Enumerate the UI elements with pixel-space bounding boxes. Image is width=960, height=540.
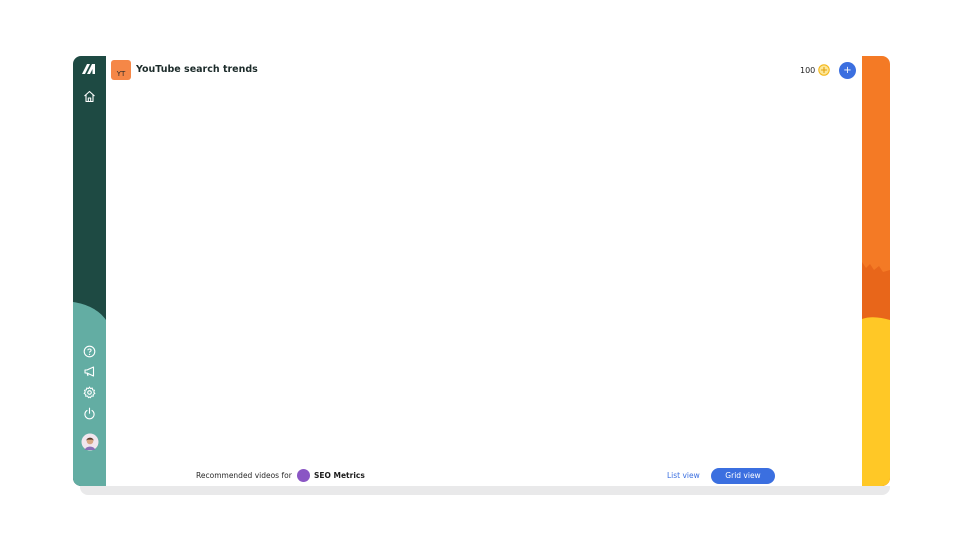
app-window: YT YouTube search trends 100 + Recommend…	[73, 56, 890, 486]
grid-view-button[interactable]: Grid view	[711, 468, 775, 484]
channel-name[interactable]: SEO Metrics	[314, 471, 365, 480]
avatar-icon[interactable]	[80, 432, 99, 451]
decorative-side-illustration	[862, 56, 890, 486]
report-badge: YT	[111, 60, 131, 80]
screen: YT YouTube search trends 100 + Recommend…	[0, 0, 960, 540]
list-view-link[interactable]: List view	[667, 471, 700, 480]
channel-avatar	[297, 469, 310, 482]
sidebar	[73, 56, 106, 486]
add-button[interactable]: +	[839, 62, 856, 79]
megaphone-icon[interactable]	[81, 363, 98, 380]
brand-logo-icon[interactable]	[81, 59, 98, 76]
gear-icon[interactable]	[81, 384, 98, 401]
report-badge-text: YT	[116, 70, 126, 78]
recommended-label: Recommended videos for	[196, 471, 292, 480]
help-circle-icon[interactable]	[81, 343, 98, 360]
window-shadow	[80, 486, 890, 495]
coin-plus-icon[interactable]	[818, 64, 830, 76]
power-icon[interactable]	[81, 405, 98, 422]
credits-count: 100	[800, 66, 816, 75]
home-icon[interactable]	[81, 88, 98, 105]
page-title: YouTube search trends	[136, 64, 258, 75]
main-panel: YT YouTube search trends 100 + Recommend…	[106, 56, 862, 486]
